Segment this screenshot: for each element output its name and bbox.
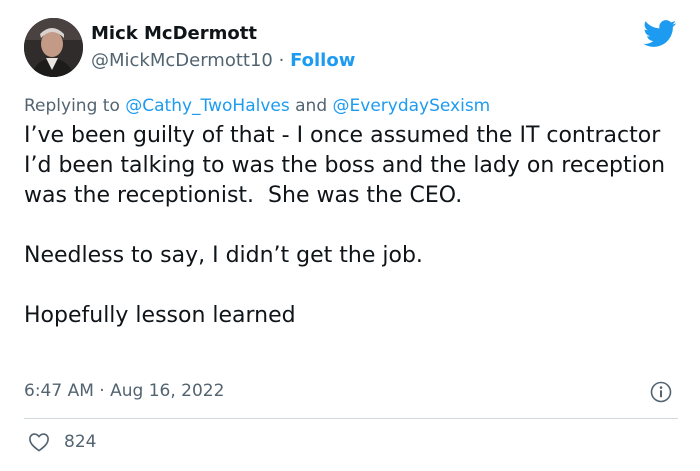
- twitter-bird-icon[interactable]: [643, 20, 677, 48]
- mention-link[interactable]: @Cathy_TwoHalves: [125, 96, 289, 116]
- like-count[interactable]: 824: [64, 429, 96, 455]
- author-name[interactable]: Mick McDermott: [91, 22, 257, 46]
- heart-icon[interactable]: [28, 432, 50, 452]
- tweet-timestamp[interactable]: 6:47 AM · Aug 16, 2022: [24, 378, 224, 404]
- reply-prefix: Replying to: [24, 96, 120, 116]
- reply-context: Replying to @Cathy_TwoHalves and @Everyd…: [24, 94, 490, 118]
- reply-conjunction: and: [295, 96, 328, 116]
- tweet-paragraph: Needless to say, I didn’t get the job.: [24, 243, 423, 268]
- mention-link[interactable]: @EverydaySexism: [333, 96, 491, 116]
- info-icon[interactable]: [650, 381, 672, 403]
- tweet-time[interactable]: 6:47 AM: [24, 381, 94, 401]
- tweet-text: I’ve been guilty of that - I once assume…: [24, 121, 684, 331]
- tweet-date[interactable]: Aug 16, 2022: [110, 381, 224, 401]
- timestamp-separator: ·: [99, 381, 105, 401]
- avatar[interactable]: [24, 18, 83, 77]
- follow-button[interactable]: Follow: [290, 50, 355, 71]
- author-handle-row: @MickMcDermott10 · Follow: [91, 48, 355, 74]
- tweet-paragraph: Hopefully lesson learned: [24, 303, 296, 328]
- divider: [24, 418, 678, 419]
- tweet-paragraph: I’ve been guilty of that - I once assume…: [24, 123, 673, 208]
- handle-separator: ·: [278, 50, 285, 71]
- author-handle[interactable]: @MickMcDermott10: [91, 50, 273, 71]
